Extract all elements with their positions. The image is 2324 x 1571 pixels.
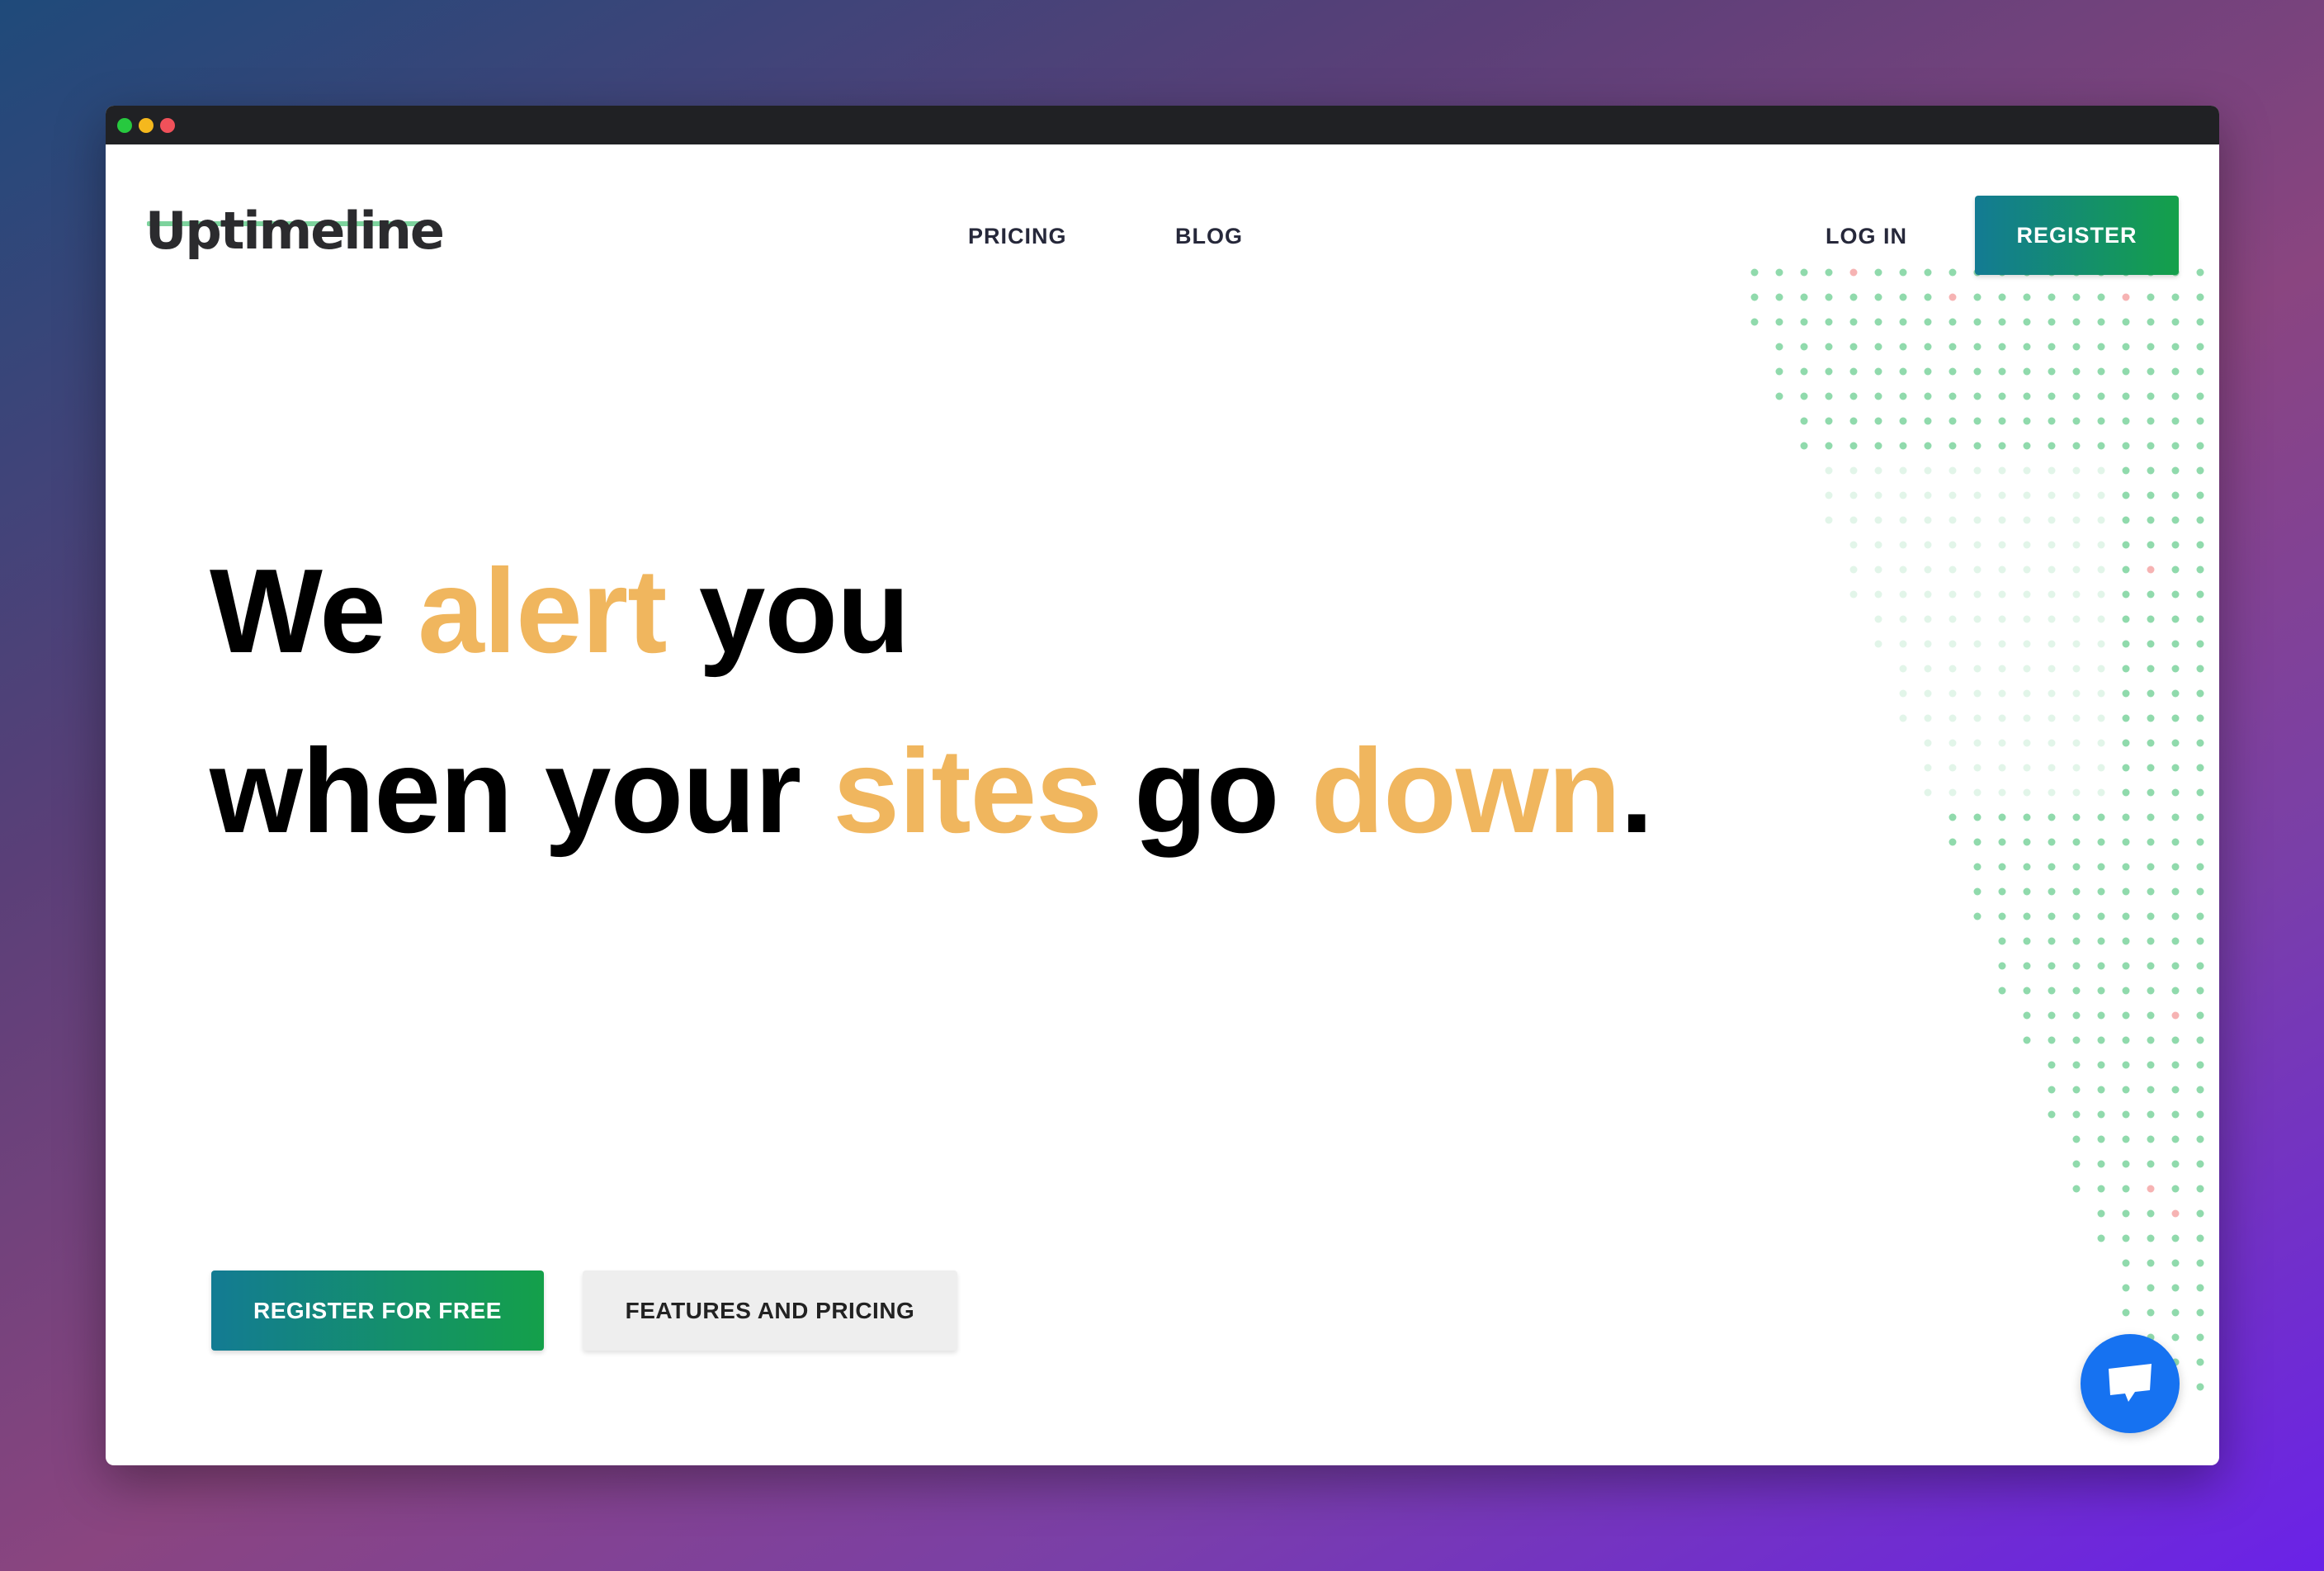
- window-titlebar: [106, 106, 2219, 144]
- chat-widget-button[interactable]: [2081, 1334, 2180, 1433]
- hero-word: We: [210, 544, 386, 678]
- nav-pricing-link[interactable]: PRICING: [968, 224, 1067, 249]
- hero-word: you: [698, 544, 910, 678]
- window-maximize-button[interactable]: [117, 117, 132, 133]
- landing-page: Uptimeline PRICING BLOG LOG IN REGISTER …: [106, 144, 2219, 1465]
- window-close-button[interactable]: [160, 117, 175, 133]
- hero-period: .: [1620, 724, 1653, 858]
- hero-accent-word: sites: [833, 724, 1102, 858]
- browser-window: Uptimeline PRICING BLOG LOG IN REGISTER …: [106, 106, 2219, 1465]
- hero-word: when your: [210, 724, 801, 858]
- nav-blog-link[interactable]: BLOG: [1175, 224, 1243, 249]
- hero-accent-word: alert: [418, 544, 667, 678]
- hero-accent-word: down: [1311, 724, 1622, 858]
- site-logo[interactable]: Uptimeline: [145, 201, 445, 261]
- hero-headline-line-1: We alert you: [210, 542, 910, 680]
- features-and-pricing-button[interactable]: FEATURES AND PRICING: [583, 1271, 957, 1351]
- hero-word: go: [1134, 724, 1279, 858]
- register-for-free-button[interactable]: REGISTER FOR FREE: [211, 1271, 544, 1351]
- chat-bubble-icon: [2109, 1364, 2152, 1402]
- hero-headline-line-2: when your sites go down.: [210, 722, 1653, 860]
- register-button[interactable]: REGISTER: [1975, 196, 2179, 275]
- login-link[interactable]: LOG IN: [1826, 224, 1907, 249]
- window-minimize-button[interactable]: [139, 117, 154, 133]
